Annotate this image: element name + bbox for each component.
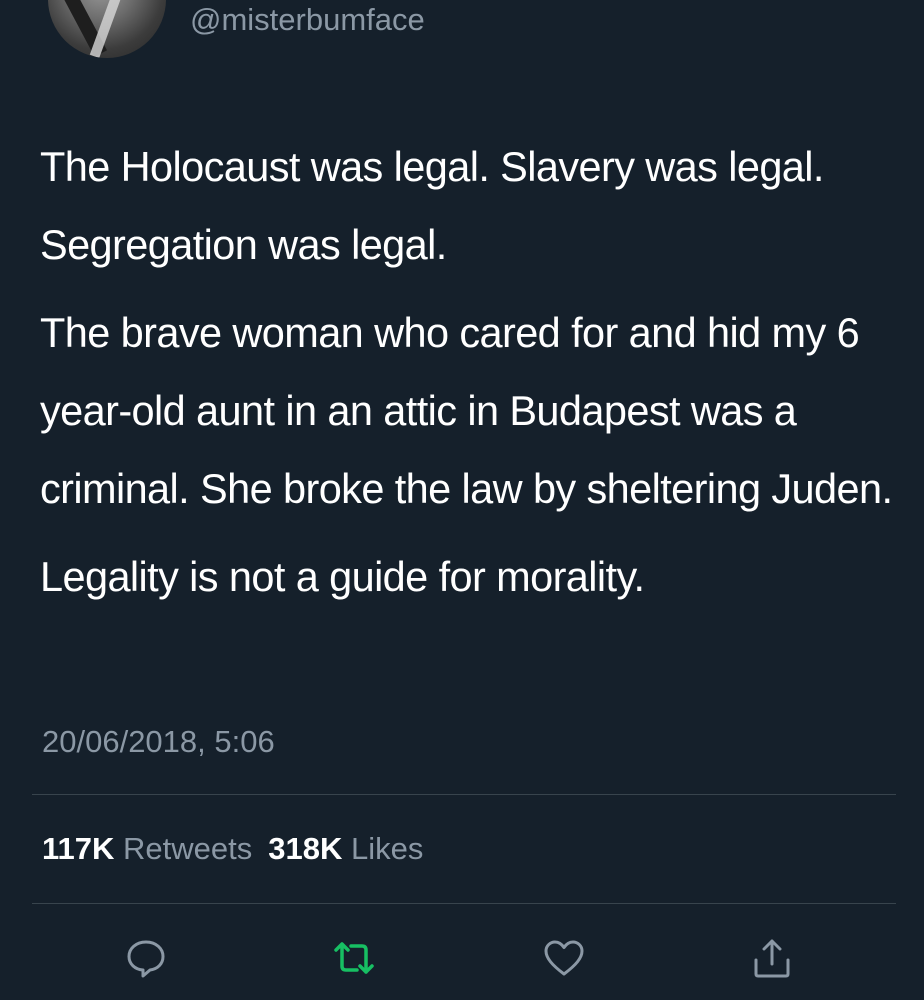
- tweet-timestamp[interactable]: 20/06/2018, 5:06: [42, 722, 275, 762]
- tweet-actions: [0, 934, 924, 982]
- tweet-paragraph: Legality is not a guide for morality.: [40, 553, 645, 600]
- likes-stat[interactable]: 318K Likes: [268, 831, 423, 866]
- likes-label: Likes: [351, 831, 424, 866]
- reply-icon: [127, 940, 165, 978]
- avatar[interactable]: [48, 0, 166, 58]
- tweet-paragraph: The brave woman who cared for and hid my…: [40, 309, 893, 512]
- likes-count: 318K: [268, 831, 343, 866]
- user-handle[interactable]: @misterbumface: [190, 0, 425, 40]
- retweets-stat[interactable]: 117K Retweets: [42, 831, 252, 866]
- tweet-stats: 117K Retweets 318K Likes: [42, 828, 423, 870]
- retweets-count: 117K: [42, 831, 115, 866]
- retweets-label: Retweets: [123, 831, 253, 866]
- retweet-icon: [334, 942, 374, 974]
- tweet-text: The Holocaust was legal. Slavery was leg…: [40, 128, 900, 626]
- divider: [32, 794, 896, 795]
- share-button[interactable]: [748, 934, 796, 982]
- like-button[interactable]: [540, 934, 588, 982]
- retweet-button[interactable]: [330, 934, 378, 982]
- tweet-paragraph: The Holocaust was legal. Slavery was leg…: [40, 143, 824, 268]
- share-icon: [754, 939, 790, 978]
- divider: [32, 903, 896, 904]
- heart-icon: [544, 940, 584, 976]
- reply-button[interactable]: [122, 934, 170, 982]
